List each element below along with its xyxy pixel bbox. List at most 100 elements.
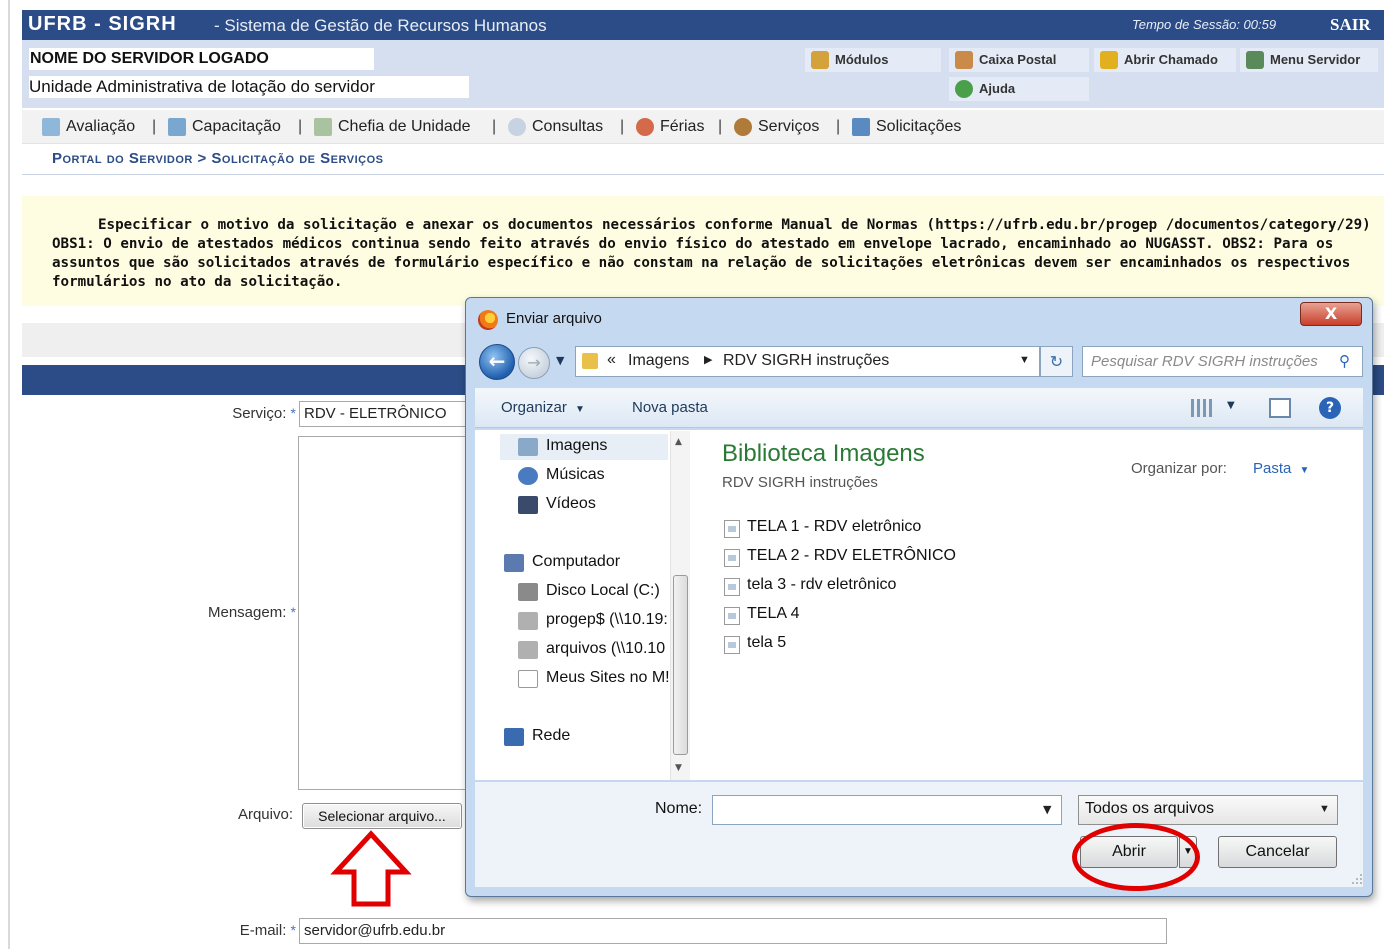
tree-item-label: Disco Local (C:) — [546, 582, 660, 599]
path-segment-rdv[interactable]: RDV SIGRH instruções — [723, 352, 889, 370]
menu-ferias[interactable]: Férias — [636, 118, 704, 136]
open-ticket-label: Abrir Chamado — [1124, 52, 1218, 67]
file-item[interactable]: TELA 4 — [724, 605, 799, 625]
ticket-icon — [1100, 51, 1118, 69]
file-item[interactable]: tela 5 — [724, 634, 786, 654]
tree-item-imagens[interactable]: Imagens — [518, 437, 608, 456]
recent-locations-dropdown-icon[interactable]: ▼ — [556, 354, 564, 367]
chevron-down-icon: ▼ — [1319, 803, 1330, 815]
help-link[interactable]: Ajuda — [949, 77, 1089, 101]
tree-item-disco-local[interactable]: Disco Local (C:) — [518, 582, 660, 601]
tree-item-computador[interactable]: Computador — [504, 553, 621, 572]
user-name: NOME DO SERVIDOR LOGADO — [29, 48, 374, 70]
menu-chefia[interactable]: Chefia de Unidade — [314, 118, 471, 136]
breadcrumb-divider — [22, 174, 1384, 175]
tree-item-label: arquivos (\\10.10 — [546, 640, 666, 657]
file-name-input[interactable]: ▼ — [712, 795, 1062, 825]
network-icon — [504, 728, 524, 746]
logout-link[interactable]: SAIR — [1330, 15, 1371, 35]
tree-item-progep[interactable]: progep$ (\\10.19: — [518, 611, 668, 630]
search-placeholder: Pesquisar RDV SIGRH instruções — [1091, 353, 1318, 370]
back-button[interactable]: ← — [479, 344, 515, 380]
dialog-title: Enviar arquivo — [506, 310, 602, 327]
vacation-icon — [636, 118, 654, 136]
training-icon — [168, 118, 186, 136]
arrow-up-icon — [330, 830, 412, 907]
dialog-toolbar: Organizar ▼ Nova pasta ▼ ? — [475, 388, 1363, 428]
app-subtitle: - Sistema de Gestão de Recursos Humanos — [214, 16, 547, 35]
tree-item-label: Músicas — [546, 466, 605, 483]
path-segment-imagens[interactable]: Imagens — [628, 352, 689, 370]
view-dropdown-icon[interactable]: ▼ — [1227, 400, 1235, 411]
help-icon — [955, 80, 973, 98]
message-label-text: Mensagem: — [208, 604, 287, 621]
server-menu-icon — [1246, 51, 1264, 69]
select-file-button[interactable]: Selecionar arquivo... — [302, 803, 462, 829]
search-input[interactable]: Pesquisar RDV SIGRH instruções ⚲ — [1082, 346, 1363, 377]
library-subtitle: RDV SIGRH instruções — [722, 474, 878, 491]
tree-item-arquivos[interactable]: arquivos (\\10.10 — [518, 640, 666, 659]
tree-item-videos[interactable]: Vídeos — [518, 495, 596, 514]
path-dropdown-icon[interactable]: ▼ — [1019, 354, 1030, 366]
resize-grip-icon[interactable] — [1350, 872, 1364, 886]
evaluation-icon — [42, 118, 60, 136]
address-bar[interactable]: « Imagens ▶ RDV SIGRH instruções ▼ — [575, 346, 1040, 377]
email-input[interactable]: servidor@ufrb.edu.br — [299, 918, 1167, 944]
menu-capacitacao[interactable]: Capacitação — [168, 118, 281, 136]
tree-item-rede[interactable]: Rede — [504, 727, 571, 746]
mailbox-link[interactable]: Caixa Postal — [949, 48, 1089, 72]
search-icon: ⚲ — [1339, 353, 1350, 370]
tree-item-label: progep$ (\\10.19: — [546, 611, 668, 628]
file-item[interactable]: TELA 2 - RDV ELETRÔNICO — [724, 547, 956, 567]
menu-avaliacao[interactable]: Avaliação — [42, 118, 135, 136]
image-file-icon — [724, 520, 740, 538]
requests-icon — [852, 118, 870, 136]
tree-item-musicas[interactable]: Músicas — [518, 466, 605, 485]
scroll-up-icon[interactable]: ▲ — [675, 437, 682, 447]
menu-separator: | — [620, 118, 625, 135]
menu-separator: | — [492, 118, 497, 135]
email-label-text: E-mail: — [239, 922, 287, 939]
file-item[interactable]: tela 3 - rdv eletrônico — [724, 576, 897, 596]
pictures-icon — [518, 438, 538, 456]
file-item[interactable]: TELA 1 - RDV eletrônico — [724, 518, 921, 538]
message-textarea[interactable] — [298, 436, 478, 790]
view-options-icon[interactable] — [1191, 399, 1213, 417]
navigation-tree: Imagens Músicas Vídeos Computador Disco … — [476, 431, 693, 780]
help-icon[interactable]: ? — [1319, 397, 1341, 419]
server-menu-link[interactable]: Menu Servidor — [1240, 48, 1378, 72]
unit-head-icon — [314, 118, 332, 136]
open-ticket-link[interactable]: Abrir Chamado — [1094, 48, 1236, 72]
new-folder-button[interactable]: Nova pasta — [632, 399, 708, 416]
file-name-label: Nome: — [655, 800, 703, 817]
chevron-down-icon[interactable]: ▼ — [1043, 803, 1051, 816]
email-label: E-mail: * — [150, 922, 296, 939]
cancel-button[interactable]: Cancelar — [1218, 836, 1337, 868]
file-label: Arquivo: — [237, 806, 293, 823]
file-name: TELA 2 - RDV ELETRÔNICO — [747, 547, 956, 564]
service-label-text: Serviço: — [232, 405, 287, 422]
tree-item-label: Imagens — [546, 437, 608, 454]
menu-consultas[interactable]: Consultas — [508, 118, 603, 136]
tree-item-label: Rede — [532, 727, 571, 744]
scrollbar-thumb[interactable] — [673, 575, 688, 755]
web-folder-icon — [518, 670, 538, 688]
menu-separator: | — [298, 118, 303, 135]
service-select[interactable]: RDV - ELETRÔNICO — [299, 401, 479, 427]
file-name: tela 3 - rdv eletrônico — [747, 576, 897, 593]
file-type-select[interactable]: Todos os arquivos ▼ — [1078, 795, 1338, 825]
refresh-button[interactable]: ↻ — [1040, 346, 1073, 377]
close-button[interactable]: X — [1300, 302, 1362, 326]
menu-solicitacoes[interactable]: Solicitações — [852, 118, 961, 136]
organize-menu[interactable]: Organizar ▼ — [501, 399, 585, 416]
tree-item-meus-sites[interactable]: Meus Sites no M! — [518, 669, 670, 688]
scroll-down-icon[interactable]: ▼ — [675, 763, 682, 773]
preview-pane-icon[interactable] — [1269, 398, 1291, 418]
menu-servicos[interactable]: Serviços — [734, 118, 819, 136]
forward-button[interactable]: → — [518, 347, 550, 379]
tree-item-label: Computador — [532, 553, 621, 570]
server-menu-label: Menu Servidor — [1270, 52, 1361, 67]
modules-link[interactable]: Módulos — [805, 48, 941, 72]
service-label: Serviço: * — [150, 405, 296, 422]
arrange-by-dropdown[interactable]: Pasta ▼ — [1253, 460, 1309, 477]
